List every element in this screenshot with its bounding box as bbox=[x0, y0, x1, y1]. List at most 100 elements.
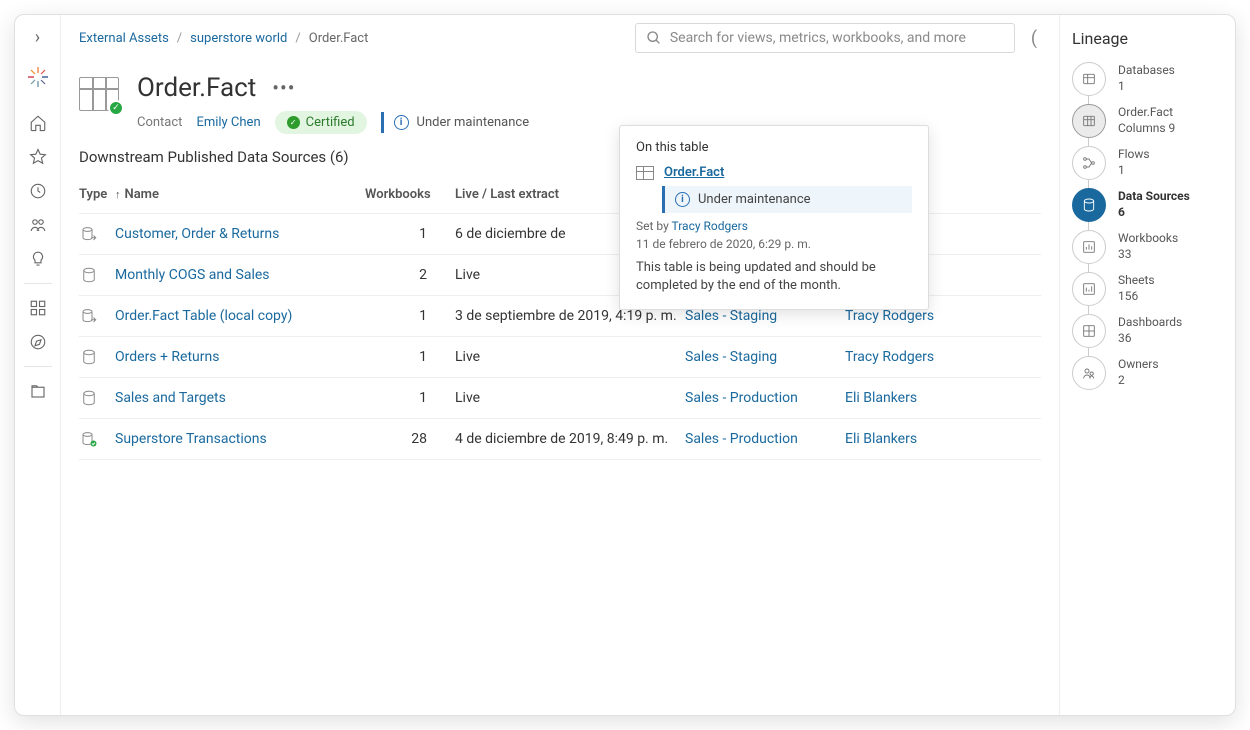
lineage-node[interactable]: Flows1 bbox=[1072, 146, 1221, 180]
col-name[interactable]: ↑Name bbox=[115, 187, 365, 202]
workbooks-count: 1 bbox=[365, 390, 455, 406]
datasource-name-link[interactable]: Monthly COGS and Sales bbox=[115, 267, 270, 283]
recommendations-icon[interactable] bbox=[15, 243, 61, 275]
lineage-node-count: 1 bbox=[1118, 163, 1150, 179]
lineage-title: Lineage bbox=[1072, 29, 1221, 48]
workbooks-count: 28 bbox=[365, 431, 455, 447]
lineage-node-icon bbox=[1072, 314, 1106, 348]
search-icon bbox=[646, 30, 662, 46]
lineage-node[interactable]: Order.FactColumns 9 bbox=[1072, 104, 1221, 138]
breadcrumb-mid[interactable]: superstore world bbox=[190, 31, 287, 46]
lineage-node-label: Data Sources bbox=[1118, 189, 1190, 205]
certified-badge[interactable]: ✓Certified bbox=[275, 111, 367, 134]
search-box[interactable] bbox=[635, 23, 1015, 53]
owner-link[interactable]: Tracy Rodgers bbox=[845, 349, 934, 365]
lineage-node[interactable]: Workbooks33 bbox=[1072, 230, 1221, 264]
datasource-type-icon bbox=[79, 307, 99, 325]
lineage-node-label: Flows bbox=[1118, 147, 1150, 163]
expand-nav-button[interactable]: › bbox=[15, 23, 61, 51]
live-extract-value: Live bbox=[455, 390, 685, 406]
lineage-node[interactable]: Data Sources6 bbox=[1072, 188, 1221, 222]
live-extract-value: Live bbox=[455, 349, 685, 365]
info-icon: i bbox=[394, 115, 409, 130]
lineage-node-icon bbox=[1072, 62, 1106, 96]
datasource-name-link[interactable]: Superstore Transactions bbox=[115, 431, 267, 447]
info-icon: i bbox=[675, 192, 690, 207]
lineage-node[interactable]: Sheets156 bbox=[1072, 272, 1221, 306]
recents-icon[interactable] bbox=[15, 175, 61, 207]
favorites-icon[interactable] bbox=[15, 141, 61, 173]
top-bar: External Assets / superstore world / Ord… bbox=[61, 15, 1059, 57]
project-link[interactable]: Sales - Staging bbox=[685, 308, 777, 324]
contact-link[interactable]: Emily Chen bbox=[196, 115, 260, 130]
lineage-node-count: 1 bbox=[1118, 79, 1175, 95]
datasource-type-icon bbox=[79, 266, 99, 284]
popover-setby: Set by Tracy Rodgers bbox=[636, 219, 912, 233]
lineage-node[interactable]: Databases1 bbox=[1072, 62, 1221, 96]
lineage-node[interactable]: Owners2 bbox=[1072, 356, 1221, 390]
lineage-node-label: Workbooks bbox=[1118, 231, 1178, 247]
project-link[interactable]: Sales - Staging bbox=[685, 349, 777, 365]
breadcrumb: External Assets / superstore world / Ord… bbox=[79, 31, 368, 46]
project-link[interactable]: Sales - Production bbox=[685, 431, 798, 447]
lineage-node[interactable]: Dashboards36 bbox=[1072, 314, 1221, 348]
col-workbooks[interactable]: Workbooks bbox=[365, 187, 455, 202]
shared-icon[interactable] bbox=[15, 209, 61, 241]
workbooks-count: 1 bbox=[365, 308, 455, 324]
datasource-name-link[interactable]: Sales and Targets bbox=[115, 390, 226, 406]
owner-link[interactable]: Tracy Rodgers bbox=[845, 308, 934, 324]
lineage-node-count: 33 bbox=[1118, 247, 1178, 263]
owner-link[interactable]: Eli Blankers bbox=[845, 431, 917, 447]
table-row[interactable]: Superstore Transactions 284 de diciembre … bbox=[79, 419, 1041, 460]
lineage-node-count: 156 bbox=[1118, 289, 1155, 305]
live-extract-value: 4 de diciembre de 2019, 8:49 p. m. bbox=[455, 431, 685, 447]
table-mini-icon bbox=[636, 166, 654, 180]
datasource-name-link[interactable]: Orders + Returns bbox=[115, 349, 219, 365]
lineage-node-count: Columns 9 bbox=[1118, 121, 1175, 137]
workbooks-count: 1 bbox=[365, 226, 455, 242]
home-icon[interactable] bbox=[15, 107, 61, 139]
lineage-node-count: 6 bbox=[1118, 205, 1190, 221]
more-actions-button[interactable]: ••• bbox=[272, 76, 295, 100]
popover-setby-link[interactable]: Tracy Rodgers bbox=[672, 219, 748, 233]
maintenance-badge[interactable]: iUnder maintenance bbox=[381, 112, 540, 133]
certified-icon: ✓ bbox=[287, 116, 300, 129]
external-assets-icon[interactable] bbox=[15, 326, 61, 358]
lineage-node-label: Owners bbox=[1118, 357, 1159, 373]
table-row[interactable]: Sales and Targets 1LiveSales - Production… bbox=[79, 378, 1041, 419]
breadcrumb-root[interactable]: External Assets bbox=[79, 31, 169, 46]
lineage-node-icon bbox=[1072, 104, 1106, 138]
explore-icon[interactable] bbox=[15, 292, 61, 324]
workbooks-count: 2 bbox=[365, 267, 455, 283]
lineage-node-count: 36 bbox=[1118, 331, 1182, 347]
popover-timestamp: 11 de febrero de 2020, 6:29 p. m. bbox=[636, 237, 912, 251]
live-extract-value: 3 de septiembre de 2019, 4:19 p. m. bbox=[455, 308, 685, 324]
owner-link[interactable]: Eli Blankers bbox=[845, 390, 917, 406]
lineage-node-icon bbox=[1072, 272, 1106, 306]
lineage-node-label: Order.Fact bbox=[1118, 105, 1175, 121]
datasource-name-link[interactable]: Customer, Order & Returns bbox=[115, 226, 279, 242]
datasource-type-icon bbox=[79, 389, 99, 407]
datasource-name-link[interactable]: Order.Fact Table (local copy) bbox=[115, 308, 292, 324]
lineage-node-icon bbox=[1072, 230, 1106, 264]
lineage-node-label: Sheets bbox=[1118, 273, 1155, 289]
popover-title: On this table bbox=[636, 140, 912, 155]
collections-icon[interactable] bbox=[15, 375, 61, 407]
lineage-node-icon bbox=[1072, 146, 1106, 180]
datasource-type-icon bbox=[79, 225, 99, 243]
main-content: External Assets / superstore world / Ord… bbox=[61, 15, 1059, 715]
search-input[interactable] bbox=[670, 30, 1004, 46]
popover-description: This table is being updated and should b… bbox=[636, 259, 912, 295]
popover-status-bar[interactable]: i Under maintenance bbox=[662, 186, 912, 213]
lineage-node-label: Databases bbox=[1118, 63, 1175, 79]
workbooks-count: 1 bbox=[365, 349, 455, 365]
breadcrumb-leaf: Order.Fact bbox=[309, 31, 369, 46]
lineage-node-count: 2 bbox=[1118, 373, 1159, 389]
table-row[interactable]: Orders + Returns 1LiveSales - Staging Trac… bbox=[79, 337, 1041, 378]
lineage-node-icon bbox=[1072, 356, 1106, 390]
datasource-type-icon bbox=[79, 430, 99, 448]
popover-table-link[interactable]: Order.Fact bbox=[664, 165, 724, 180]
project-link[interactable]: Sales - Production bbox=[685, 390, 798, 406]
col-type[interactable]: Type bbox=[79, 187, 115, 202]
help-paren[interactable]: ( bbox=[1027, 24, 1041, 53]
